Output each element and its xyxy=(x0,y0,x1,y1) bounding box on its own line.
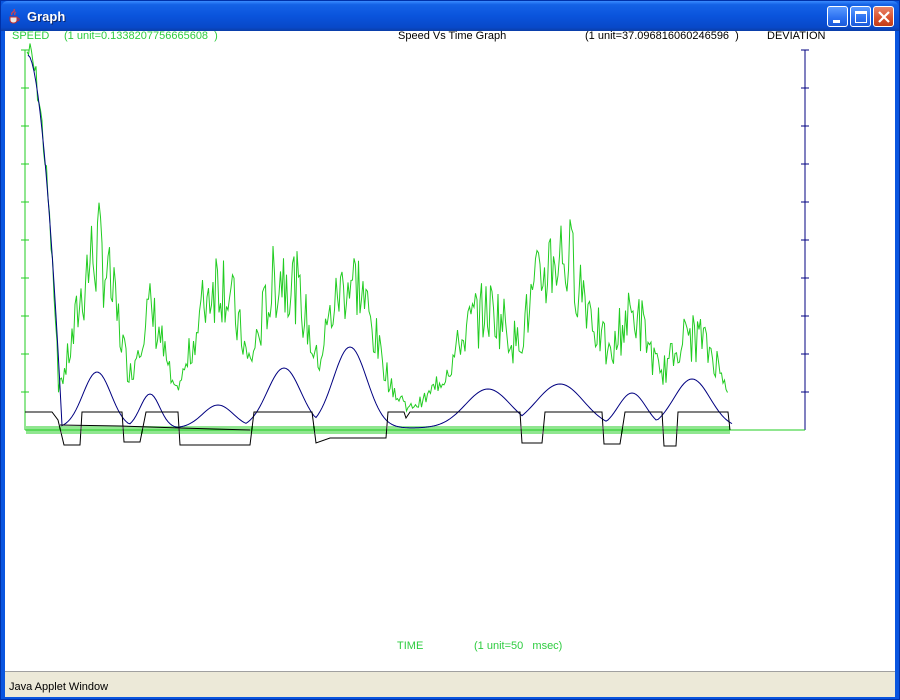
deviation-axis-label: DEVIATION xyxy=(767,30,826,42)
speed-series xyxy=(26,43,728,413)
speed-axis-label: SPEED xyxy=(12,30,50,42)
speed-unit-label: (1 unit=0.1338207756665608 ) xyxy=(64,30,218,42)
time-axis-label: TIME xyxy=(397,640,424,652)
speed-time-plot xyxy=(21,43,809,447)
deviation-unit-label: (1 unit=37.096816060246596 ) xyxy=(585,30,739,42)
graph-title: Speed Vs Time Graph xyxy=(398,30,507,42)
time-unit-label: (1 unit=50 msec) xyxy=(474,640,563,652)
